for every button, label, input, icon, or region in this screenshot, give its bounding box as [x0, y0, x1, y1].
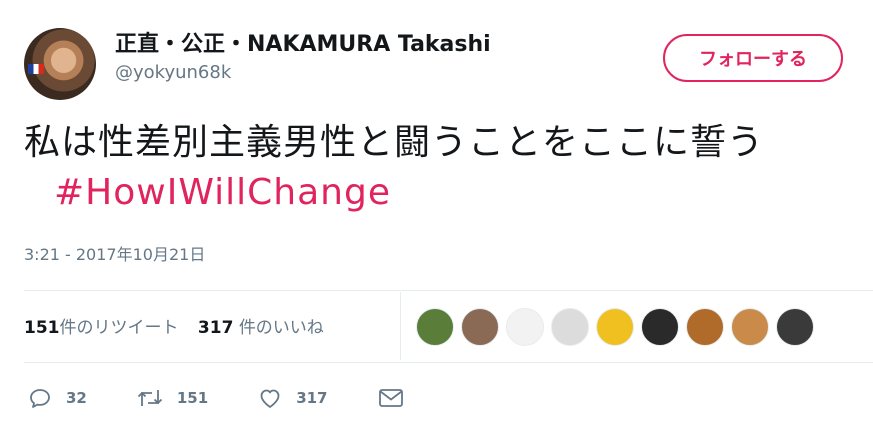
liker-avatar[interactable]	[506, 308, 544, 346]
liker-avatar[interactable]	[641, 308, 679, 346]
tweet-body: 私は性差別主義男性と闘うことをここに誓う	[24, 122, 765, 163]
direct-message-button[interactable]	[378, 387, 418, 409]
flag-icon	[28, 64, 44, 74]
liker-avatar[interactable]	[416, 308, 454, 346]
liker-avatar[interactable]	[686, 308, 724, 346]
reply-count: 32	[66, 389, 87, 407]
tweet-text: 私は性差別主義男性と闘うことをここに誓う #HowIWillChange	[24, 118, 844, 218]
likes-stat[interactable]: 317 件のいいね	[198, 318, 324, 338]
tweet-timestamp[interactable]: 3:21 - 2017年10月21日	[24, 241, 205, 265]
reply-icon	[30, 389, 50, 408]
follow-button[interactable]: フォローする	[663, 34, 843, 82]
liker-avatar[interactable]	[731, 308, 769, 346]
avatar[interactable]	[24, 28, 96, 100]
divider-top	[24, 290, 873, 291]
envelope-icon	[378, 389, 403, 407]
retweet-button[interactable]: 151	[137, 386, 208, 410]
likes-count: 317	[197, 318, 234, 338]
liker-avatar[interactable]	[461, 308, 499, 346]
divider-bottom	[24, 362, 873, 363]
liker-avatars	[416, 308, 821, 346]
retweets-stat[interactable]: 151件のリツイート	[24, 318, 179, 338]
liker-avatar[interactable]	[596, 308, 634, 346]
retweets-count: 151	[24, 318, 60, 338]
like-count: 317	[296, 389, 328, 407]
engagement-stats: 151件のリツイート 317 件のいいね	[24, 313, 324, 338]
user-handle[interactable]: @yokyun68k	[115, 62, 231, 83]
reply-button[interactable]: 32	[28, 386, 87, 410]
retweet-count: 151	[176, 389, 209, 407]
liker-avatar[interactable]	[551, 308, 589, 346]
heart-icon	[260, 389, 280, 408]
retweet-icon	[137, 390, 163, 406]
tweet-actions: 32 151 317	[28, 386, 468, 410]
retweets-label: 件のリツイート	[59, 318, 179, 338]
stats-separator	[400, 292, 401, 360]
like-button[interactable]: 317	[258, 386, 328, 410]
liker-avatar[interactable]	[776, 308, 814, 346]
display-name[interactable]: 正直・公正・NAKAMURA Takashi	[115, 26, 491, 58]
hashtag-link[interactable]: #HowIWillChange	[54, 172, 391, 213]
likes-label: 件のいいね	[238, 318, 324, 338]
